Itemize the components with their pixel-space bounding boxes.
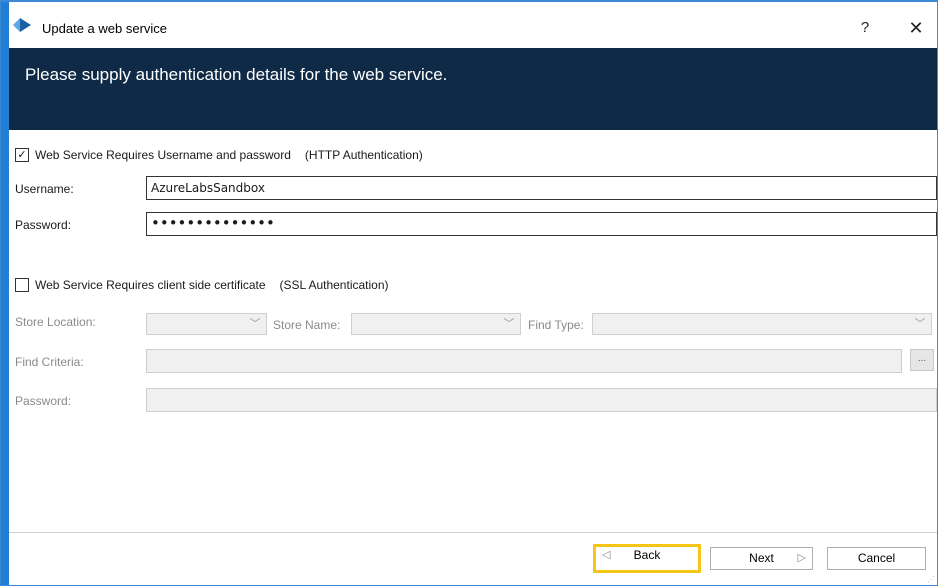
ssl-auth-row: Web Service Requires client side certifi… (15, 278, 389, 292)
store-location-label: Store Location: (15, 315, 96, 329)
window-title: Update a web service (42, 21, 168, 36)
store-name-label: Store Name: (273, 318, 341, 332)
username-input[interactable]: AzureLabsSandbox (146, 176, 937, 200)
cancel-button[interactable]: Cancel (827, 547, 926, 570)
help-icon[interactable]: ? (852, 14, 878, 42)
back-button[interactable]: ◁ Back (593, 544, 701, 573)
next-button-label: Next (749, 551, 774, 565)
cancel-button-label: Cancel (857, 551, 896, 565)
http-auth-row: ✓ Web Service Requires Username and pass… (15, 148, 423, 162)
banner-text: Please supply authentication details for… (25, 65, 448, 84)
title-bar: Update a web service ? ✕ (9, 2, 937, 48)
header-banner: Please supply authentication details for… (9, 48, 937, 130)
next-button[interactable]: Next ▷ (710, 547, 813, 570)
checkmark-icon: ✓ (17, 149, 27, 161)
chevron-down-icon: ﹀ (503, 318, 515, 330)
chevron-down-icon: ﹀ (914, 318, 926, 330)
username-label: Username: (15, 182, 74, 196)
ssl-auth-checkbox[interactable] (15, 278, 29, 292)
find-type-select[interactable]: ﹀ (592, 313, 932, 335)
app-icon (13, 18, 31, 32)
http-auth-note: (HTTP Authentication) (304, 148, 423, 162)
store-name-select[interactable]: ﹀ (351, 313, 521, 335)
find-criteria-label: Find Criteria: (15, 355, 84, 369)
dialog-window: Update a web service ? ✕ Please supply a… (0, 0, 938, 586)
ssl-password-input[interactable] (146, 388, 937, 412)
http-auth-checkbox[interactable]: ✓ (15, 148, 29, 162)
ssl-auth-note: (SSL Authentication) (279, 278, 389, 292)
ssl-auth-label: Web Service Requires client side certifi… (35, 278, 266, 292)
password-input[interactable]: •••••••••••••• (146, 212, 937, 236)
chevron-down-icon: ﹀ (249, 318, 261, 330)
back-button-label: Back (633, 548, 661, 562)
find-type-label: Find Type: (528, 318, 584, 332)
resize-grip-icon[interactable]: ⋰ (927, 575, 935, 584)
store-location-select[interactable]: ﹀ (146, 313, 267, 335)
password-label: Password: (15, 218, 72, 232)
find-criteria-input[interactable] (146, 349, 902, 373)
chevron-left-icon: ◁ (602, 549, 611, 561)
http-auth-label: Web Service Requires Username and passwo… (35, 148, 291, 162)
chevron-right-icon: ▷ (797, 552, 806, 564)
browse-button[interactable]: ... (910, 349, 934, 371)
close-icon[interactable]: ✕ (902, 14, 930, 42)
footer-divider (9, 532, 937, 533)
ssl-password-label: Password: (15, 394, 72, 408)
